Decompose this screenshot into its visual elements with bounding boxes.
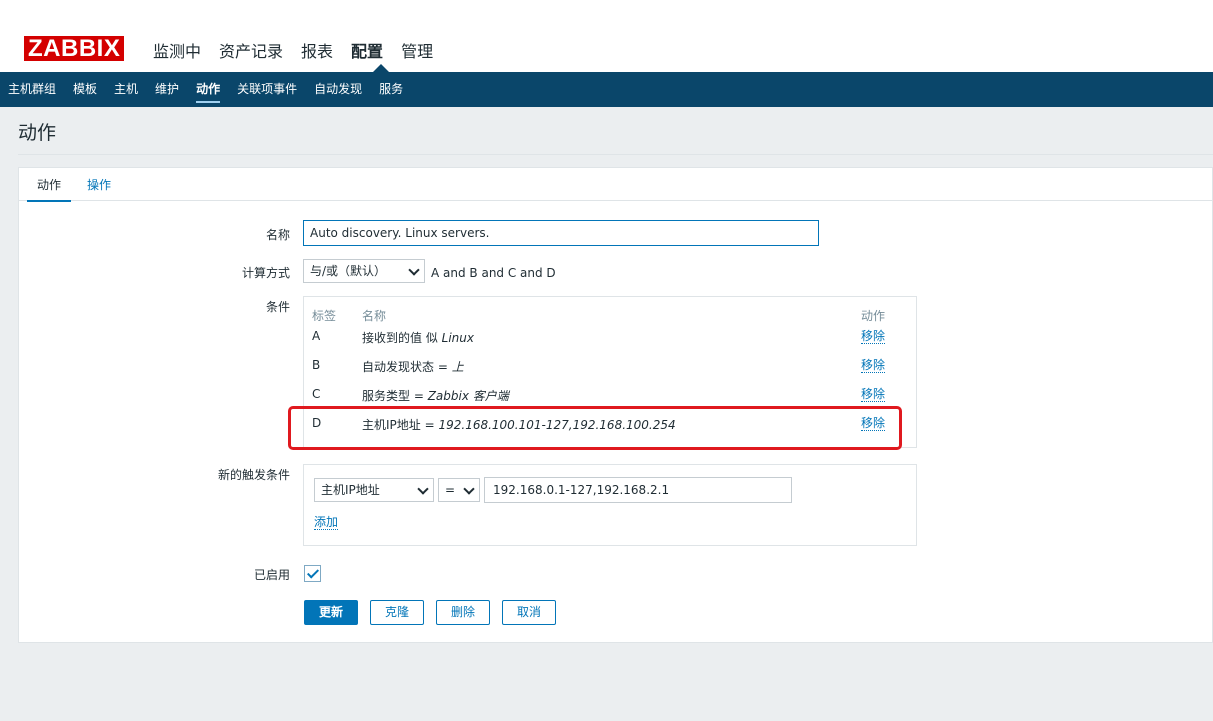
condition-value: 上: [451, 360, 464, 374]
sub-menu-host-groups[interactable]: 主机群组: [8, 72, 56, 107]
condition-name: 服务类型 = Zabbix 客户端: [362, 387, 509, 404]
conditions-header-name: 名称: [362, 309, 387, 323]
condition-row: C 服务类型 = Zabbix 客户端 移除: [304, 382, 916, 408]
condition-value: Zabbix 客户端: [427, 389, 509, 403]
top-header: ZABBIX 监测中 资产记录 报表 配置 管理: [0, 0, 1213, 73]
main-menu-monitoring[interactable]: 监测中: [153, 38, 201, 62]
calculation-select[interactable]: 与/或（默认）: [303, 259, 425, 283]
condition-value: Linux: [441, 331, 474, 345]
sub-menu: 主机群组 模板 主机 维护 动作 关联项事件 自动发现 服务: [8, 72, 420, 107]
main-menu-reports[interactable]: 报表: [301, 38, 333, 62]
action-form-panel: 动作 操作 名称 Auto discovery. Linux servers. …: [18, 167, 1213, 643]
sub-menu-bar: 主机群组 模板 主机 维护 动作 关联项事件 自动发现 服务: [0, 72, 1213, 107]
condition-row: A 接收到的值 似 Linux 移除: [304, 324, 916, 350]
title-divider: [18, 154, 1213, 155]
main-menu: 监测中 资产记录 报表 配置 管理: [153, 38, 451, 62]
tab-operations[interactable]: 操作: [87, 176, 111, 193]
sub-menu-services[interactable]: 服务: [379, 72, 403, 107]
chevron-down-icon: [463, 483, 475, 495]
conditions-table: 标签 名称 动作 A 接收到的值 似 Linux 移除 B 自动发现状态 = 上…: [303, 296, 917, 448]
add-condition-link[interactable]: 添加: [314, 515, 339, 530]
sub-menu-discovery[interactable]: 自动发现: [314, 72, 362, 107]
sub-menu-templates[interactable]: 模板: [73, 72, 97, 107]
tab-action[interactable]: 动作: [26, 176, 72, 202]
condition-type-value: 主机IP地址: [321, 483, 380, 497]
conditions-label: 条件: [265, 300, 290, 314]
condition-label: A: [312, 329, 321, 343]
form-tabs: 动作 操作: [19, 168, 1212, 202]
page-title: 动作: [18, 122, 57, 144]
delete-button[interactable]: 删除: [436, 600, 490, 625]
condition-row: B 自动发现状态 = 上 移除: [304, 353, 916, 379]
new-condition-box: 主机IP地址 = 192.168.0.1-127,192.168.2.1 添加: [303, 464, 917, 546]
main-menu-inventory[interactable]: 资产记录: [219, 38, 283, 62]
main-menu-configuration[interactable]: 配置: [351, 38, 383, 62]
calculation-label: 计算方式: [241, 266, 290, 280]
condition-remove-link[interactable]: 移除: [861, 416, 886, 431]
checkmark-icon: [306, 566, 320, 579]
chevron-down-icon: [417, 483, 429, 495]
calculation-formula: A and B and C and D: [431, 266, 556, 280]
sub-menu-hosts[interactable]: 主机: [114, 72, 138, 107]
new-condition-label: 新的触发条件: [217, 468, 290, 482]
condition-name-text: 主机IP地址 =: [362, 418, 439, 432]
condition-operator-value: =: [445, 483, 456, 497]
condition-name: 接收到的值 似 Linux: [362, 329, 474, 346]
sub-menu-maintenance[interactable]: 维护: [155, 72, 179, 107]
chevron-down-icon: [408, 264, 420, 276]
condition-operator-select[interactable]: =: [438, 478, 480, 502]
condition-name-text: 自动发现状态 =: [362, 360, 452, 374]
name-label: 名称: [265, 228, 290, 242]
condition-remove-link[interactable]: 移除: [861, 329, 886, 344]
cancel-button[interactable]: 取消: [502, 600, 556, 625]
condition-remove-link[interactable]: 移除: [861, 387, 886, 402]
condition-name-text: 服务类型 =: [362, 389, 428, 403]
sub-menu-event-correlation[interactable]: 关联项事件: [237, 72, 297, 107]
condition-type-select[interactable]: 主机IP地址: [314, 478, 434, 502]
enabled-checkbox[interactable]: [304, 565, 321, 582]
condition-value-input[interactable]: 192.168.0.1-127,192.168.2.1: [484, 477, 792, 503]
condition-label: C: [312, 387, 321, 401]
condition-label: B: [312, 358, 321, 372]
condition-value: 192.168.100.101-127,192.168.100.254: [438, 418, 676, 432]
update-button[interactable]: 更新: [304, 600, 358, 625]
condition-label: D: [312, 416, 322, 430]
name-input[interactable]: Auto discovery. Linux servers.: [303, 220, 819, 246]
condition-name: 自动发现状态 = 上: [362, 358, 464, 375]
sub-menu-actions[interactable]: 动作: [196, 72, 221, 107]
clone-button[interactable]: 克隆: [370, 600, 424, 625]
calculation-select-value: 与/或（默认）: [310, 264, 387, 278]
condition-name-text: 接收到的值 似: [362, 331, 442, 345]
zabbix-logo[interactable]: ZABBIX: [24, 36, 125, 61]
conditions-header-action: 动作: [861, 309, 886, 323]
conditions-header-label: 标签: [312, 309, 337, 323]
condition-row: D 主机IP地址 = 192.168.100.101-127,192.168.1…: [304, 411, 916, 437]
condition-name: 主机IP地址 = 192.168.100.101-127,192.168.100…: [362, 416, 676, 433]
main-menu-administration[interactable]: 管理: [401, 38, 433, 62]
condition-remove-link[interactable]: 移除: [861, 358, 886, 373]
enabled-label: 已启用: [253, 568, 290, 582]
